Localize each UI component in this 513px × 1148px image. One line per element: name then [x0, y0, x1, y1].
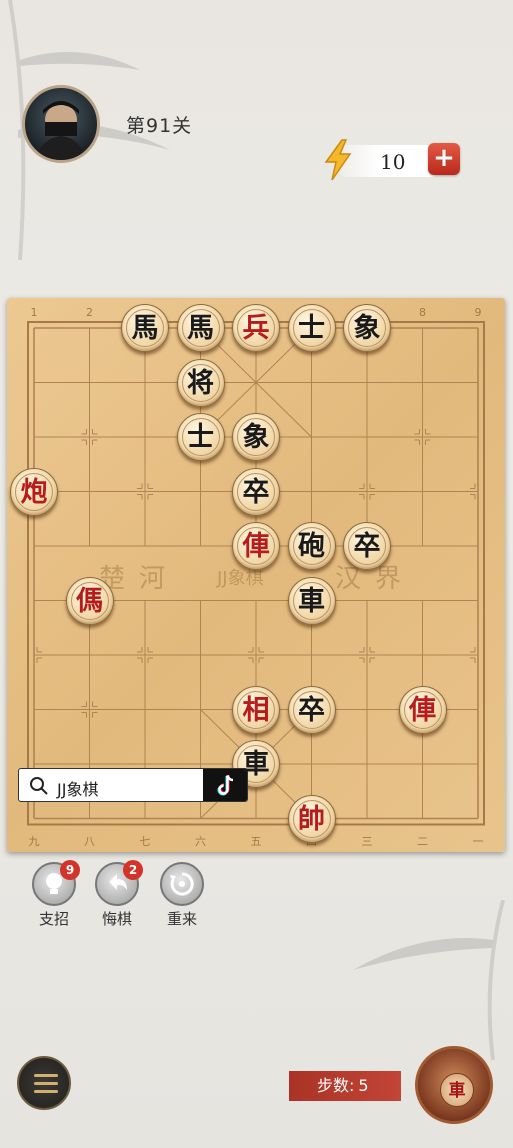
red-piece[interactable]: 兵: [232, 304, 280, 352]
column-number: 2: [86, 306, 93, 319]
restart-icon: [160, 862, 204, 906]
black-piece[interactable]: 士: [176, 413, 225, 461]
piece-char: 炮: [20, 476, 48, 508]
search-icon: [30, 777, 48, 795]
column-number: 二: [417, 835, 428, 848]
hint-icon: 9: [32, 860, 80, 906]
black-piece[interactable]: 卒: [232, 467, 280, 516]
menu-icon-line: [34, 1082, 58, 1085]
menu-icon: [34, 1074, 58, 1077]
undo-label: 悔棋: [101, 910, 132, 928]
column-number: 九: [28, 835, 40, 848]
column-number: 八: [84, 835, 95, 848]
restart-button[interactable]: 重来: [158, 862, 206, 929]
piece-char: 士: [187, 422, 214, 453]
step-counter: 步数: 5: [289, 1071, 401, 1101]
piece-char: 俥: [409, 694, 436, 726]
hint-label: 支招: [38, 910, 69, 928]
player-avatar[interactable]: [22, 85, 100, 163]
column-number: 三: [361, 835, 373, 848]
column-number: 五: [250, 835, 262, 848]
column-number: 9: [474, 306, 482, 319]
piece-char: 馬: [131, 313, 159, 344]
undo-icon: 2: [95, 860, 143, 906]
black-piece[interactable]: 砲: [287, 522, 336, 570]
column-number: 8: [419, 306, 426, 319]
piece-char: 相: [242, 694, 270, 726]
piece-char: 卒: [298, 694, 325, 726]
undo-button[interactable]: 2 悔棋: [93, 860, 143, 929]
black-piece[interactable]: 卒: [343, 522, 391, 570]
piece-char: 卒: [242, 476, 270, 508]
black-piece[interactable]: 象: [232, 413, 280, 461]
piece-char: 象: [242, 422, 270, 453]
piece-char: 車: [298, 585, 325, 617]
black-piece[interactable]: 車: [232, 740, 280, 788]
black-piece[interactable]: 車: [287, 576, 336, 625]
menu-button[interactable]: [17, 1056, 71, 1110]
red-piece[interactable]: 傌: [65, 576, 114, 625]
column-number: 一: [472, 835, 484, 848]
piece-char: 俥: [242, 531, 270, 562]
ninja-avatar-icon: [37, 101, 85, 160]
undo-count-badge: 2: [123, 860, 143, 880]
black-piece[interactable]: 馬: [176, 304, 225, 352]
search-bar[interactable]: JJ象棋: [18, 768, 248, 802]
column-number: 1: [30, 306, 38, 319]
piece-char: 士: [298, 313, 325, 344]
black-piece[interactable]: 卒: [287, 685, 336, 734]
black-piece[interactable]: 象: [343, 304, 391, 352]
piece-char: 馬: [187, 313, 214, 344]
black-piece[interactable]: 将: [176, 358, 225, 407]
chest-piece: 車: [440, 1073, 474, 1107]
piece-char: 卒: [353, 531, 381, 562]
hint-count-badge: 9: [60, 860, 80, 880]
piece-char: 砲: [298, 531, 325, 562]
steps-label: 步数:: [317, 1076, 355, 1095]
piece-char: 兵: [242, 313, 270, 344]
steps-value: 5: [358, 1076, 369, 1095]
piece-chest-button[interactable]: 車: [415, 1046, 493, 1124]
piece-char: 象: [353, 313, 381, 344]
red-piece[interactable]: 炮: [10, 467, 58, 516]
black-piece[interactable]: 馬: [121, 304, 169, 352]
red-piece[interactable]: 俥: [232, 522, 280, 570]
red-piece[interactable]: 相: [232, 685, 280, 734]
hint-button[interactable]: 9 支招: [30, 860, 80, 929]
menu-icon-line: [34, 1090, 58, 1093]
search-text: JJ象棋: [57, 780, 99, 799]
restart-label: 重来: [166, 910, 197, 928]
piece-char: 将: [187, 367, 214, 399]
piece-char: 車: [242, 749, 270, 780]
level-title: 第91关: [126, 115, 193, 137]
lightning-icon: [324, 139, 352, 181]
column-number: 六: [195, 835, 206, 848]
red-piece[interactable]: 俥: [398, 685, 447, 734]
black-piece[interactable]: 士: [287, 304, 336, 352]
piece-char: 帥: [298, 803, 325, 835]
add-energy-button[interactable]: +: [428, 143, 460, 175]
piece-char: 傌: [76, 585, 103, 617]
column-number: 七: [139, 835, 151, 848]
energy-value: 10: [380, 150, 406, 174]
bamboo-decoration: [353, 900, 505, 1060]
red-piece[interactable]: 帥: [287, 794, 336, 843]
